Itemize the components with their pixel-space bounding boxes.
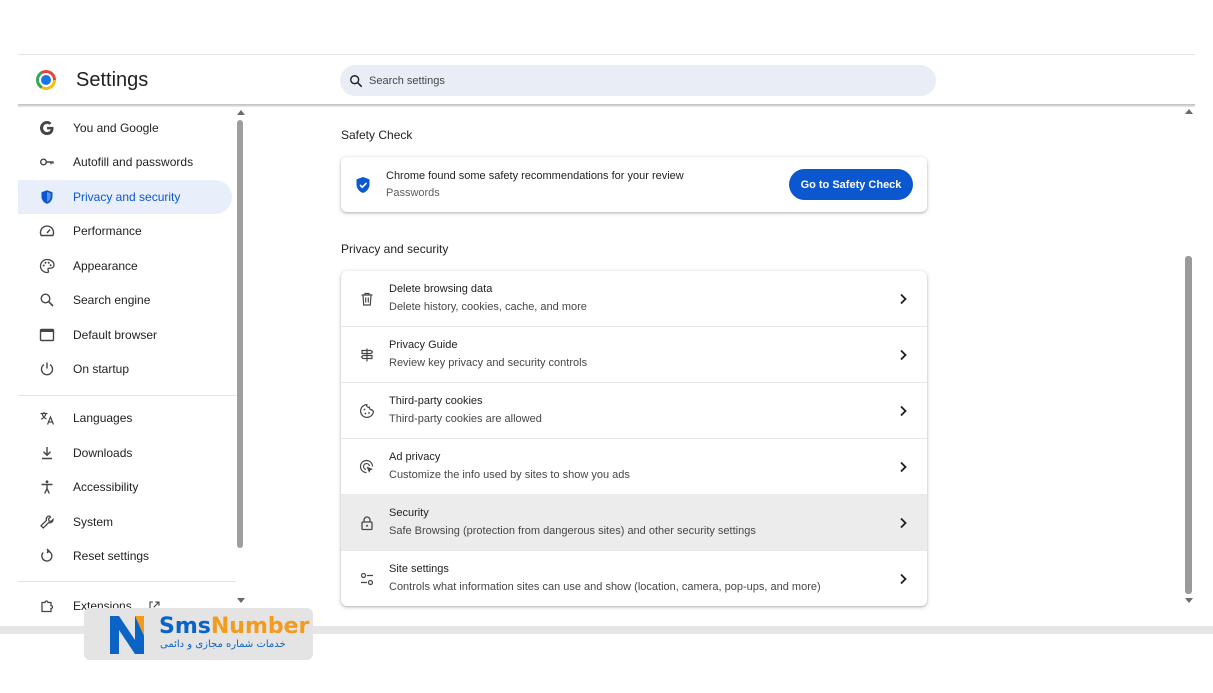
google-icon [37, 118, 57, 138]
row-delete-browsing-data[interactable]: Delete browsing data Delete history, coo… [341, 271, 927, 327]
row-subtitle: Delete history, cookies, cache, and more [389, 301, 587, 313]
search-input[interactable] [369, 74, 869, 87]
sidebar-item-label: Reset settings [73, 549, 150, 563]
row-title: Third-party cookies [389, 395, 483, 407]
page-title: Settings [76, 69, 149, 91]
lock-icon [358, 514, 376, 532]
row-subtitle: Review key privacy and security controls [389, 357, 588, 369]
translate-icon [37, 408, 57, 428]
row-subtitle: Customize the info used by sites to show… [389, 469, 630, 481]
chevron-right-icon [900, 293, 907, 305]
row-site-settings[interactable]: Site settings Controls what information … [341, 551, 927, 606]
chevron-right-icon [900, 349, 907, 361]
sidebar-item-default-browser[interactable]: Default browser [18, 318, 232, 352]
safety-check-heading: Safety Check [341, 128, 413, 142]
row-security[interactable]: Security Safe Browsing (protection from … [341, 495, 927, 551]
sidebar-item-you-and-google[interactable]: You and Google [18, 111, 232, 145]
sidebar-item-label: Performance [73, 224, 142, 238]
main-scroll-down-arrow[interactable] [1185, 598, 1193, 603]
row-title: Privacy Guide [389, 339, 458, 351]
safety-shield-icon [356, 177, 370, 193]
sidebar-item-label: Autofill and passwords [73, 155, 194, 169]
search-bar[interactable] [340, 65, 936, 96]
safety-check-subtitle: Passwords [386, 187, 440, 199]
search-icon [350, 74, 363, 87]
sidebar-item-label: Accessibility [73, 480, 139, 494]
sidebar-item-label: Downloads [73, 446, 133, 460]
tune-icon [358, 570, 376, 588]
sidebar-item-label: Search engine [73, 293, 151, 307]
speedometer-icon [37, 221, 57, 241]
trash-icon [358, 290, 376, 308]
sidebar-item-downloads[interactable]: Downloads [18, 436, 232, 470]
ad-privacy-icon [358, 458, 376, 476]
puzzle-icon [37, 596, 57, 614]
sidebar-divider [18, 581, 236, 582]
chevron-right-icon [900, 461, 907, 473]
row-subtitle: Third-party cookies are allowed [389, 413, 542, 425]
sidebar-item-label: On startup [73, 362, 130, 376]
sidebar: You and Google Autofill and passwords Pr… [18, 108, 238, 614]
reset-icon [37, 546, 57, 566]
chevron-right-icon [900, 517, 907, 529]
accessibility-icon [37, 477, 57, 497]
sidebar-item-label: System [73, 515, 114, 529]
safety-check-card: Chrome found some safety recommendations… [341, 157, 927, 212]
watermark-brand-number: Number [210, 614, 310, 639]
sidebar-scroll-up-arrow[interactable] [237, 110, 245, 115]
sidebar-item-performance[interactable]: Performance [18, 214, 232, 248]
row-title: Delete browsing data [389, 283, 493, 295]
sidebar-item-reset-settings[interactable]: Reset settings [18, 539, 232, 573]
sidebar-item-search-engine[interactable]: Search engine [18, 283, 232, 317]
search-icon [37, 290, 57, 310]
chevron-right-icon [900, 573, 907, 585]
row-privacy-guide[interactable]: Privacy Guide Review key privacy and sec… [341, 327, 927, 383]
main-scrollbar-thumb[interactable] [1185, 256, 1192, 594]
row-ad-privacy[interactable]: Ad privacy Customize the info used by si… [341, 439, 927, 495]
sidebar-scroll-down-arrow[interactable] [237, 598, 245, 603]
watermark-tagline: خدمات شماره مجازی و دائمی [160, 639, 286, 650]
sidebar-item-appearance[interactable]: Appearance [18, 249, 232, 283]
shield-icon [37, 187, 57, 207]
watermark-brand: SmsNumber [159, 614, 309, 639]
sidebar-item-label: Privacy and security [73, 190, 181, 204]
sidebar-item-on-startup[interactable]: On startup [18, 352, 232, 386]
sidebar-item-label: Appearance [73, 259, 138, 273]
privacy-security-card: Delete browsing data Delete history, coo… [341, 271, 927, 606]
smsnumber-logo-icon [110, 616, 144, 654]
sidebar-divider [18, 395, 236, 396]
sidebar-item-languages[interactable]: Languages [18, 401, 232, 435]
sidebar-scrollbar-thumb[interactable] [237, 120, 243, 548]
row-title: Site settings [389, 563, 449, 575]
go-to-safety-check-button[interactable]: Go to Safety Check [789, 169, 913, 200]
key-icon [37, 152, 57, 172]
sidebar-item-system[interactable]: System [18, 505, 232, 539]
safety-check-title: Chrome found some safety recommendations… [386, 170, 684, 182]
sidebar-item-label: You and Google [73, 121, 159, 135]
sidebar-item-autofill[interactable]: Autofill and passwords [18, 145, 232, 179]
cookie-icon [358, 402, 376, 420]
power-icon [37, 359, 57, 379]
row-third-party-cookies[interactable]: Third-party cookies Third-party cookies … [341, 383, 927, 439]
row-subtitle: Safe Browsing (protection from dangerous… [389, 525, 756, 537]
watermark-brand-sms: Sms [159, 614, 211, 639]
row-subtitle: Controls what information sites can use … [389, 581, 821, 593]
main-scroll-up-arrow[interactable] [1185, 109, 1193, 114]
row-title: Ad privacy [389, 451, 441, 463]
signpost-icon [358, 346, 376, 364]
browser-window-icon [37, 325, 57, 345]
chrome-logo-icon [36, 70, 56, 90]
sidebar-item-label: Default browser [73, 328, 158, 342]
sidebar-item-privacy-and-security[interactable]: Privacy and security [18, 180, 232, 214]
privacy-security-heading: Privacy and security [341, 242, 449, 256]
palette-icon [37, 256, 57, 276]
download-icon [37, 443, 57, 463]
chevron-right-icon [900, 405, 907, 417]
row-title: Security [389, 507, 429, 519]
sidebar-item-accessibility[interactable]: Accessibility [18, 470, 232, 504]
sidebar-item-label: Languages [73, 411, 133, 425]
settings-header: Settings [18, 55, 1195, 105]
header-shadow [18, 104, 1195, 107]
wrench-icon [37, 512, 57, 532]
